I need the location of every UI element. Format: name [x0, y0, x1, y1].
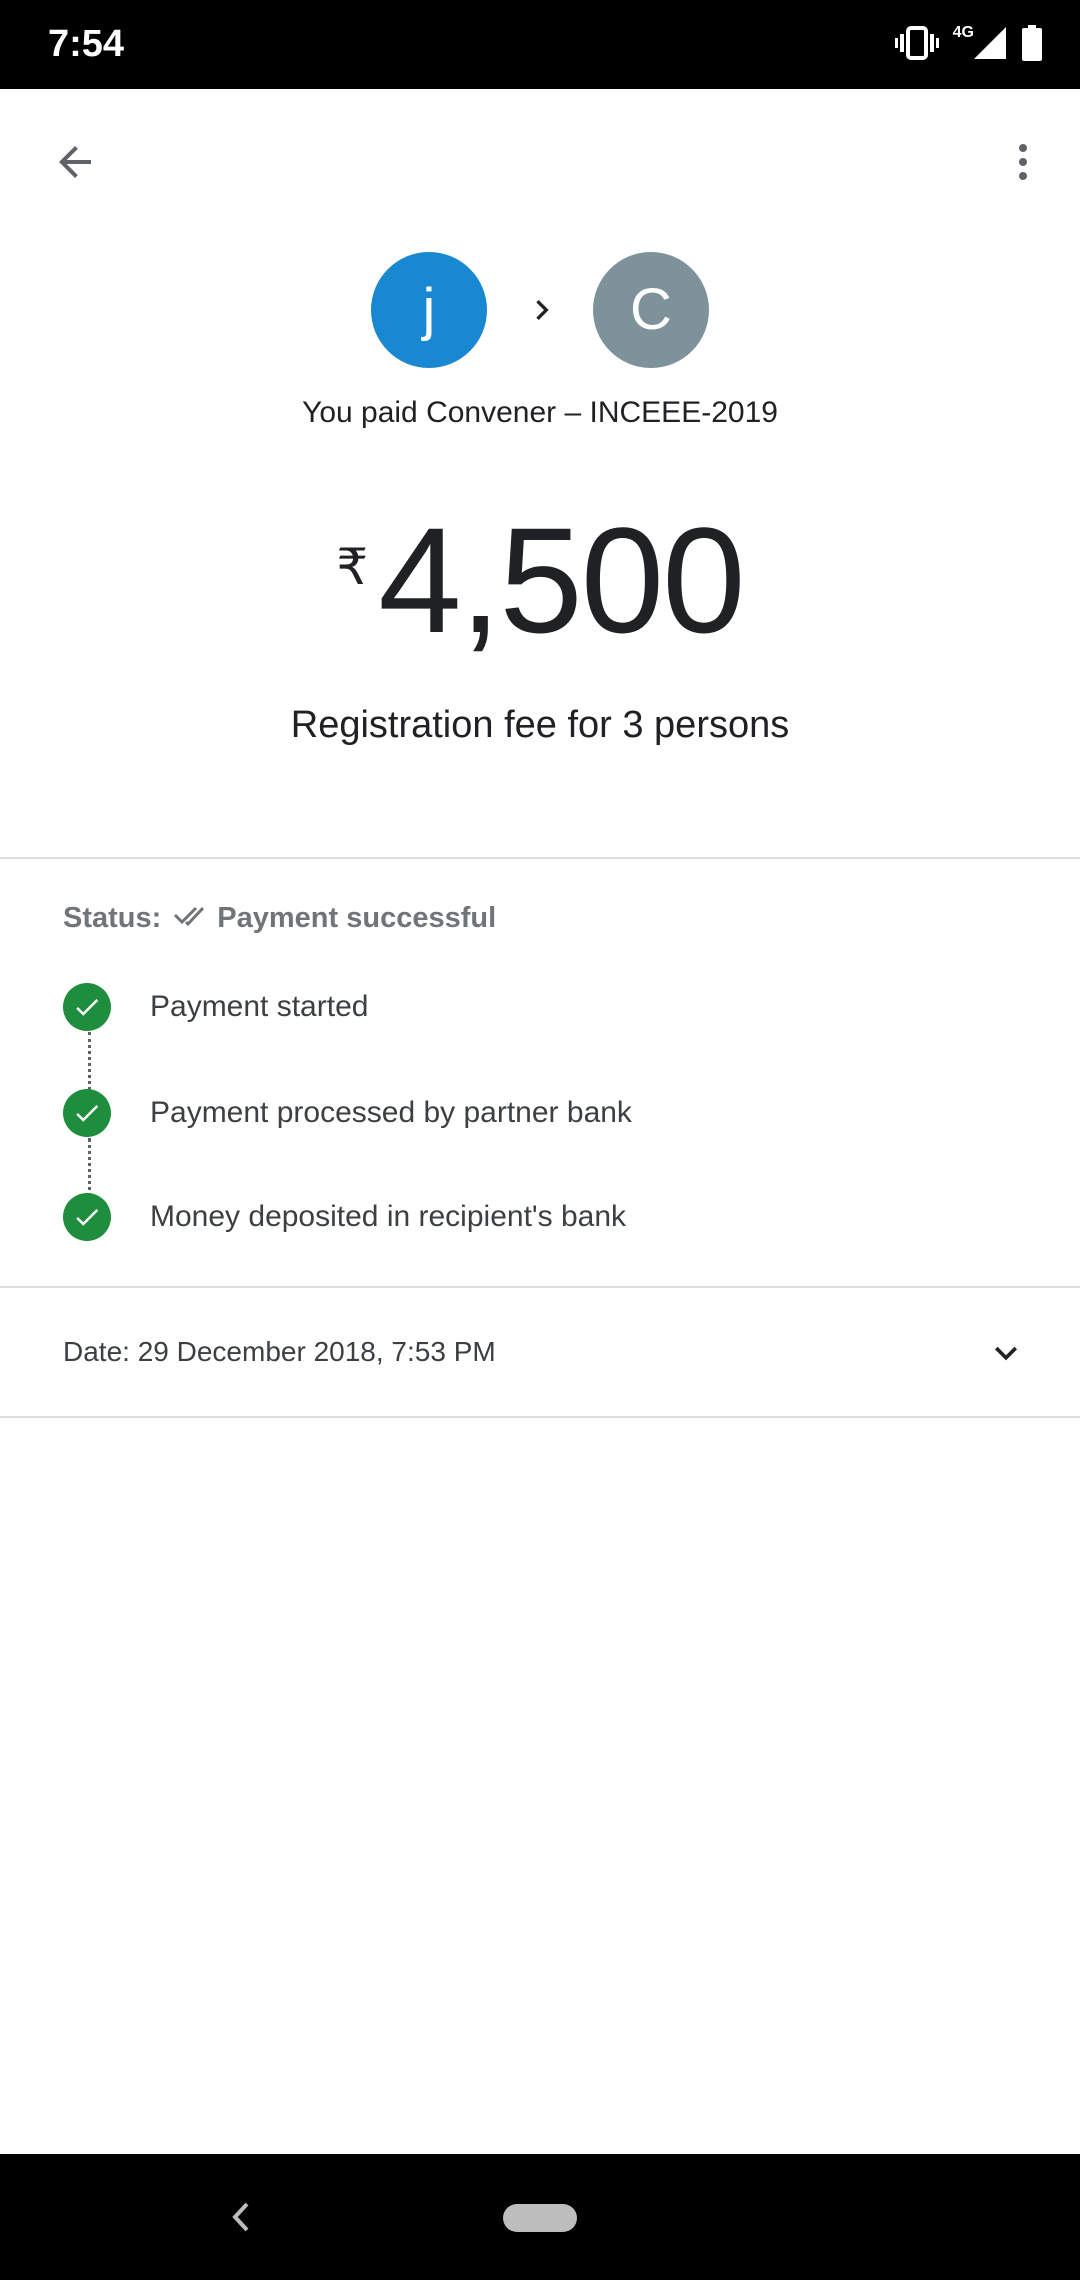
status-label: Status: — [63, 902, 162, 934]
double-check-icon — [173, 902, 213, 935]
check-circle-icon — [63, 1089, 111, 1137]
more-options-button[interactable] — [990, 122, 1056, 202]
timeline-step: Money deposited in recipient's bank — [63, 1193, 626, 1241]
timeline-step-label: Payment started — [150, 990, 369, 1023]
status-bar-icons: 4G — [894, 24, 1042, 66]
nav-back-button[interactable] — [220, 2195, 264, 2239]
nav-home-button[interactable] — [503, 2204, 577, 2232]
signal-icon — [972, 25, 1008, 66]
chevron-right-icon — [522, 289, 562, 331]
payment-amount: ₹4,500 — [0, 500, 1080, 660]
status-bar-time: 7:54 — [48, 23, 125, 65]
expand-details-button[interactable] — [980, 1330, 1032, 1376]
currency-symbol: ₹ — [336, 539, 369, 595]
check-circle-icon — [63, 983, 111, 1031]
nav-back-icon — [232, 2202, 249, 2232]
battery-icon — [1022, 24, 1042, 66]
timeline-step-label: Money deposited in recipient's bank — [150, 1200, 627, 1233]
network-type-label: 4G — [952, 24, 974, 41]
timeline-step: Payment processed by partner bank — [63, 1089, 632, 1137]
payment-note: Registration fee for 3 persons — [290, 704, 790, 746]
check-circle-icon — [63, 1193, 111, 1241]
payer-initial: j — [422, 277, 436, 342]
arrow-back-icon — [59, 146, 91, 178]
back-button[interactable] — [40, 122, 110, 202]
status-line: Status: Payment successful — [63, 902, 496, 935]
vibrate-icon — [894, 25, 939, 66]
transaction-date: Date: 29 December 2018, 7:53 PM — [63, 1336, 496, 1367]
payee-initial: C — [630, 277, 672, 342]
chevron-down-icon — [995, 1346, 1017, 1361]
divider — [0, 1416, 1080, 1418]
divider — [0, 1286, 1080, 1288]
divider — [0, 857, 1080, 859]
more-vert-icon — [1019, 144, 1027, 180]
timeline-step: Payment started — [63, 983, 368, 1031]
timeline-step-label: Payment processed by partner bank — [150, 1096, 632, 1129]
payer-avatar: j — [371, 252, 487, 368]
amount-value: 4,500 — [378, 496, 745, 664]
payment-summary: You paid Convener – INCEEE-2019 — [302, 396, 778, 429]
payee-avatar: C — [593, 252, 709, 368]
status-value: Payment successful — [217, 902, 497, 934]
